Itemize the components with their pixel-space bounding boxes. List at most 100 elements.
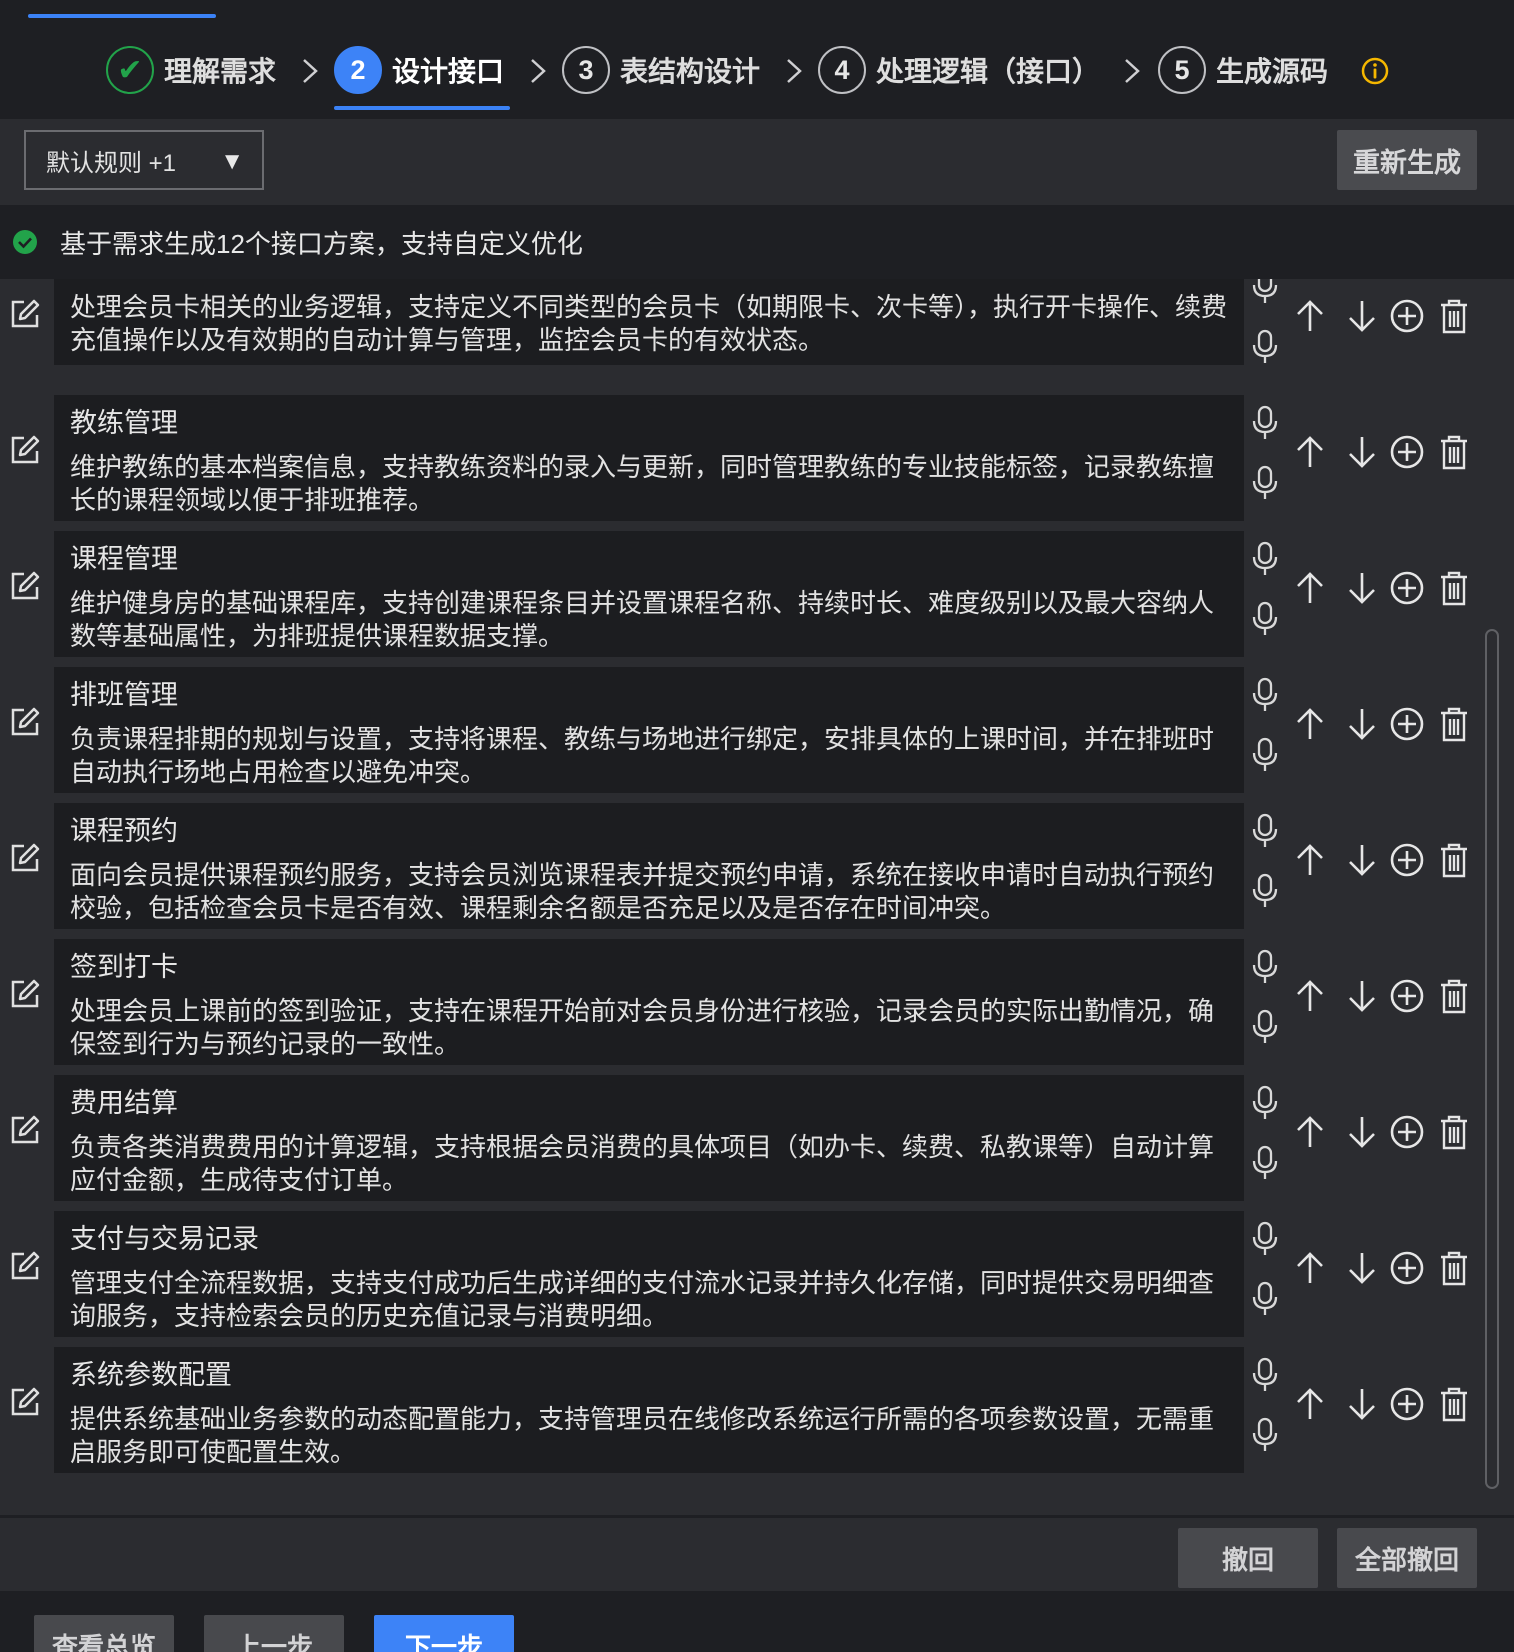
move-down-icon[interactable] [1344, 1385, 1380, 1423]
mic-icon[interactable] [1250, 329, 1280, 365]
edit-icon[interactable] [8, 433, 42, 467]
step-3[interactable]: 3 表结构设计 [562, 38, 760, 102]
interface-card[interactable]: 课程管理 维护健身房的基础课程库，支持创建课程条目并设置课程名称、持续时长、难度级… [54, 531, 1244, 657]
interface-card[interactable]: 会员卡管理处理会员卡相关的业务逻辑，支持定义不同类型的会员卡（如期限卡、次卡等）… [54, 279, 1244, 365]
step-label: 设计接口 [392, 56, 505, 87]
add-icon[interactable] [1389, 977, 1425, 1015]
interface-list: 会员卡管理处理会员卡相关的业务逻辑，支持定义不同类型的会员卡（如期限卡、次卡等）… [0, 279, 1514, 1515]
interface-card[interactable]: 系统参数配置提供系统基础业务参数的动态配置能力，支持管理员在线修改系统运行所需的… [54, 1347, 1244, 1473]
info-icon[interactable] [1360, 56, 1390, 86]
mic-icon[interactable] [1250, 541, 1280, 577]
mic-icon[interactable] [1250, 279, 1280, 305]
interface-row: 课程预约 面向会员提供课程预约服务，支持会员浏览课程表并提交预约申请，系统在接收申… [0, 803, 1480, 929]
add-icon[interactable] [1389, 297, 1425, 335]
mic-icon[interactable] [1250, 949, 1280, 985]
mic-icon[interactable] [1250, 1357, 1280, 1393]
delete-icon[interactable] [1436, 841, 1472, 879]
prev-step-button[interactable]: 上一步 [204, 1615, 344, 1652]
interface-card[interactable]: 排班管理 负责课程排期的规划与设置，支持将课程、教练与场地进行绑定，安排具体的上课… [54, 667, 1244, 793]
add-icon[interactable] [1389, 433, 1425, 471]
interface-row: 排班管理 负责课程排期的规划与设置，支持将课程、教练与场地进行绑定，安排具体的上课… [0, 667, 1480, 793]
edit-icon[interactable] [8, 1113, 42, 1147]
undo-button[interactable]: 撤回 [1178, 1528, 1318, 1588]
mic-icon[interactable] [1250, 1417, 1280, 1453]
delete-icon[interactable] [1436, 977, 1472, 1015]
active-step-underline [334, 106, 510, 110]
edit-icon[interactable] [8, 705, 42, 739]
move-up-icon[interactable] [1292, 841, 1328, 879]
step-4[interactable]: 4 处理逻辑（接口） [818, 38, 1100, 102]
mic-icon[interactable] [1250, 677, 1280, 713]
move-up-icon[interactable] [1292, 1113, 1328, 1151]
step-5[interactable]: 5 生成源码 [1158, 38, 1328, 102]
interface-title: 签到打卡 [70, 952, 178, 982]
move-up-icon[interactable] [1292, 1385, 1328, 1423]
move-down-icon[interactable] [1344, 1113, 1380, 1151]
move-down-icon[interactable] [1344, 297, 1380, 335]
success-check-icon [13, 230, 37, 254]
edit-icon[interactable] [8, 841, 42, 875]
move-up-icon[interactable] [1292, 705, 1328, 743]
mic-icon[interactable] [1250, 737, 1280, 773]
next-step-button[interactable]: 下一步 [374, 1615, 514, 1652]
interface-card[interactable]: 教练管理 维护教练的基本档案信息，支持教练资料的录入与更新，同时管理教练的专业技能… [54, 395, 1244, 521]
mic-icon[interactable] [1250, 813, 1280, 849]
interface-card[interactable]: 签到打卡 处理会员上课前的签到验证，支持在课程开始前对会员身份进行核验，记录会员的… [54, 939, 1244, 1065]
move-up-icon[interactable] [1292, 433, 1328, 471]
edit-icon[interactable] [8, 977, 42, 1011]
move-down-icon[interactable] [1344, 1249, 1380, 1287]
add-icon[interactable] [1389, 1385, 1425, 1423]
mic-icon[interactable] [1250, 1085, 1280, 1121]
edit-icon[interactable] [8, 1249, 42, 1283]
rule-select[interactable]: 默认规则 +1 ▼ [24, 130, 264, 190]
mic-icon[interactable] [1250, 873, 1280, 909]
add-icon[interactable] [1389, 569, 1425, 607]
interface-card[interactable]: 支付与交易记录 管理支付全流程数据，支持支付成功后生成详细的支付流水记录并持久化存… [54, 1211, 1244, 1337]
mic-icon[interactable] [1250, 1145, 1280, 1181]
move-up-icon[interactable] [1292, 1249, 1328, 1287]
interface-desc: 提供系统基础业务参数的动态配置能力，支持管理员在线修改系统运行所需的各项参数设置… [70, 1404, 1215, 1467]
interface-title: 系统参数配置 [70, 1360, 232, 1390]
add-icon[interactable] [1389, 841, 1425, 879]
add-icon[interactable] [1389, 705, 1425, 743]
add-icon[interactable] [1389, 1113, 1425, 1151]
mic-icon[interactable] [1250, 405, 1280, 441]
mic-icon[interactable] [1250, 601, 1280, 637]
move-up-icon[interactable] [1292, 569, 1328, 607]
move-down-icon[interactable] [1344, 705, 1380, 743]
move-up-icon[interactable] [1292, 977, 1328, 1015]
delete-icon[interactable] [1436, 705, 1472, 743]
undo-all-button[interactable]: 全部撤回 [1337, 1528, 1477, 1588]
edit-icon[interactable] [8, 1385, 42, 1419]
delete-icon[interactable] [1436, 433, 1472, 471]
mic-icon[interactable] [1250, 1281, 1280, 1317]
move-down-icon[interactable] [1344, 977, 1380, 1015]
step-number: 3 [562, 46, 610, 94]
edit-icon[interactable] [8, 297, 42, 331]
move-down-icon[interactable] [1344, 569, 1380, 607]
interface-card[interactable]: 费用结算 负责各类消费费用的计算逻辑，支持根据会员消费的具体项目（如办卡、续费、私… [54, 1075, 1244, 1201]
step-label: 理解需求 [164, 56, 277, 87]
overview-button[interactable]: 查看总览 [34, 1615, 174, 1652]
wizard-nav: 查看总览 上一步 下一步 [0, 1591, 1514, 1652]
delete-icon[interactable] [1436, 1385, 1472, 1423]
scrollbar-thumb[interactable] [1485, 629, 1499, 1489]
mic-icon[interactable] [1250, 1221, 1280, 1257]
move-down-icon[interactable] [1344, 433, 1380, 471]
move-down-icon[interactable] [1344, 841, 1380, 879]
regenerate-button[interactable]: 重新生成 [1337, 130, 1477, 190]
delete-icon[interactable] [1436, 1249, 1472, 1287]
mic-icon[interactable] [1250, 465, 1280, 501]
delete-icon[interactable] [1436, 297, 1472, 335]
move-up-icon[interactable] [1292, 297, 1328, 335]
delete-icon[interactable] [1436, 569, 1472, 607]
delete-icon[interactable] [1436, 1113, 1472, 1151]
mic-icon[interactable] [1250, 1009, 1280, 1045]
step-2[interactable]: 2 设计接口 [334, 38, 510, 110]
add-icon[interactable] [1389, 1249, 1425, 1287]
interface-title: 支付与交易记录 [70, 1224, 259, 1254]
step-1[interactable]: ✔ 理解需求 [106, 38, 276, 102]
interface-card[interactable]: 课程预约 面向会员提供课程预约服务，支持会员浏览课程表并提交预约申请，系统在接收申… [54, 803, 1244, 929]
edit-icon[interactable] [8, 569, 42, 603]
interface-desc: 处理会员卡相关的业务逻辑，支持定义不同类型的会员卡（如期限卡、次卡等），执行开卡… [70, 292, 1228, 355]
